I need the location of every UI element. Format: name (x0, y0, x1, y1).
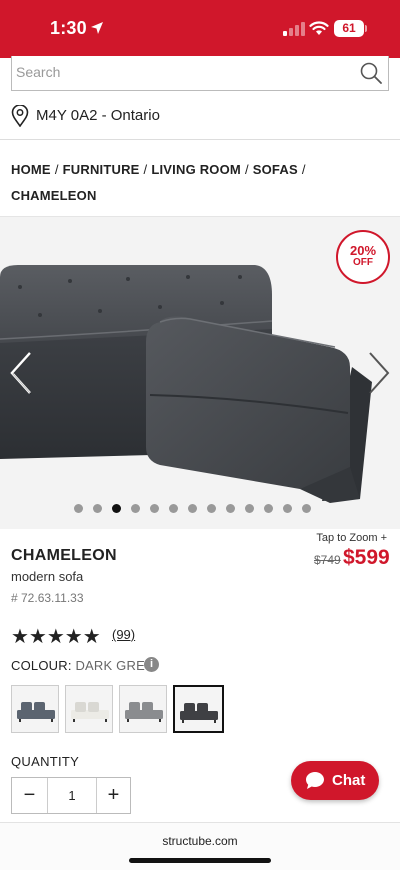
quantity-value[interactable]: 1 (47, 778, 97, 813)
chat-button[interactable]: Chat (291, 761, 379, 800)
breadcrumb: HOME / FURNITURE / LIVING ROOM / SOFAS / CHAMELE… (11, 157, 391, 209)
discount-badge: 20% OFF (336, 230, 390, 284)
carousel-dot[interactable] (93, 504, 102, 513)
quantity-label: QUANTITY (11, 754, 80, 769)
chat-label: Chat (332, 772, 366, 789)
carousel-dot[interactable] (188, 504, 197, 513)
colour-label-text: COLOUR: (11, 658, 72, 673)
review-count-link[interactable]: (99) (112, 627, 135, 642)
colour-swatch[interactable] (119, 685, 167, 733)
browser-url-bar[interactable]: structube.com (0, 822, 400, 870)
carousel-dot[interactable] (207, 504, 216, 513)
carousel-prev-arrow-icon[interactable] (8, 349, 34, 397)
product-name: CHAMELEON (11, 547, 117, 564)
carousel-dot[interactable] (302, 504, 311, 513)
product-subtitle: modern sofa (11, 569, 84, 584)
home-indicator[interactable] (129, 858, 271, 863)
price-sale: $599 (343, 546, 390, 569)
product-image-carousel[interactable]: 20% OFF (0, 217, 400, 529)
breadcrumb-separator: / (143, 162, 148, 177)
colour-swatch[interactable] (65, 685, 113, 733)
battery-indicator: 61 (334, 20, 364, 37)
sofa-thumbnail (180, 703, 218, 723)
carousel-dot[interactable] (112, 504, 121, 513)
cellular-signal-icon (283, 22, 305, 36)
carousel-dot[interactable] (283, 504, 292, 513)
battery-cap (365, 25, 367, 32)
tap-to-zoom[interactable]: Tap to Zoom + (316, 532, 387, 544)
search-placeholder: Search (16, 64, 61, 80)
carousel-dot[interactable] (169, 504, 178, 513)
breadcrumb-home[interactable]: HOME (11, 162, 51, 177)
wifi-icon (309, 21, 329, 35)
status-bar: 1:30 61 (0, 0, 400, 58)
breadcrumb-current: CHAMELEON (11, 188, 97, 203)
quantity-increase-button[interactable]: + (97, 778, 130, 813)
colour-swatch[interactable] (173, 685, 224, 733)
carousel-dot[interactable] (226, 504, 235, 513)
carousel-dot[interactable] (264, 504, 273, 513)
location-selector[interactable]: M4Y 0A2 - Ontario (11, 103, 389, 129)
search-input[interactable]: Search (11, 56, 389, 91)
location-text: M4Y 0A2 - Ontario (36, 107, 160, 124)
chat-bubble-icon (306, 772, 324, 789)
sofa-thumbnail (125, 702, 163, 722)
discount-off-label: OFF (353, 257, 373, 268)
carousel-next-arrow-icon[interactable] (366, 349, 392, 397)
breadcrumb-sofas[interactable]: SOFAS (253, 162, 298, 177)
breadcrumb-furniture[interactable]: FURNITURE (63, 162, 140, 177)
quantity-stepper: − 1 + (11, 777, 131, 814)
colour-value: DARK GREY (75, 658, 154, 673)
colour-label: COLOUR: DARK GREY (11, 658, 154, 673)
breadcrumb-separator: / (244, 162, 249, 177)
discount-percent: 20% (349, 243, 377, 258)
carousel-dot[interactable] (74, 504, 83, 513)
carousel-dot[interactable] (245, 504, 254, 513)
url-text: structube.com (162, 834, 238, 848)
carousel-dots (74, 504, 311, 514)
location-arrow-icon (91, 22, 103, 34)
carousel-dot[interactable] (150, 504, 159, 513)
sofa-thumbnail (71, 702, 109, 722)
map-pin-icon (11, 105, 29, 127)
breadcrumb-living-room[interactable]: LIVING ROOM (151, 162, 241, 177)
product-sku: # 72.63.11.33 (11, 591, 84, 605)
breadcrumb-separator: / (301, 162, 306, 177)
info-icon[interactable]: i (144, 657, 159, 672)
carousel-dot[interactable] (131, 504, 140, 513)
search-icon[interactable] (360, 62, 382, 84)
rating-stars: ★★★★★ (11, 626, 101, 648)
price-original: $749 (314, 553, 341, 567)
quantity-decrease-button[interactable]: − (12, 778, 47, 813)
breadcrumb-separator: / (54, 162, 59, 177)
divider (0, 139, 400, 140)
status-time: 1:30 (50, 18, 87, 38)
sofa-thumbnail (17, 702, 55, 722)
colour-swatch[interactable] (11, 685, 59, 733)
